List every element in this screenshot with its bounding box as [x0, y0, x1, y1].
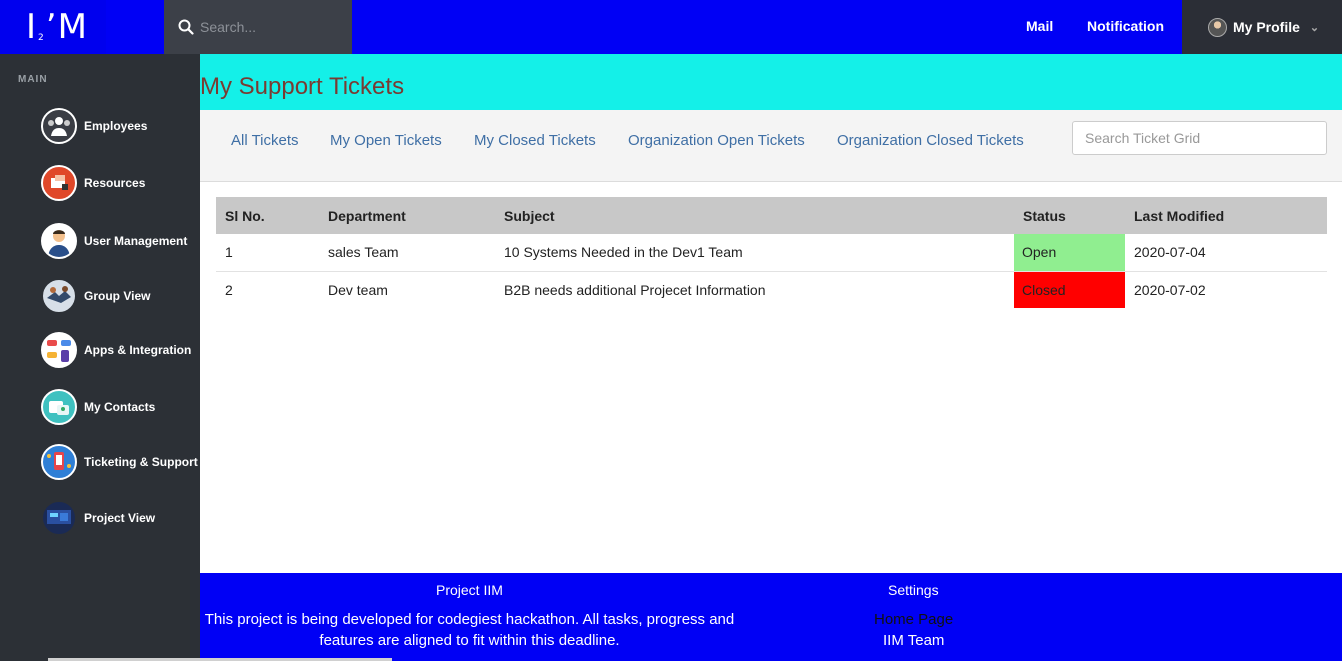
logo-text-first: I: [26, 7, 38, 47]
cell-department: sales Team: [319, 234, 495, 272]
sidebar-item-user-management[interactable]: User Management: [41, 223, 200, 259]
column-header-status[interactable]: Status: [1014, 197, 1125, 234]
table-row[interactable]: 2 Dev team B2B needs additional Projecet…: [216, 271, 1327, 308]
top-navbar: I2’M Mail Notification My Profile ⌄: [0, 0, 1342, 54]
profile-label: My Profile: [1233, 19, 1300, 35]
sidebar-item-label: User Management: [84, 234, 188, 248]
notification-link[interactable]: Notification: [1087, 0, 1164, 54]
cell-subject: 10 Systems Needed in the Dev1 Team: [495, 234, 1014, 272]
tab-organization-closed-tickets[interactable]: Organization Closed Tickets: [837, 132, 1024, 149]
global-search: [164, 0, 352, 54]
sidebar-item-label: Project View: [84, 511, 156, 525]
sidebar-item-my-contacts[interactable]: My Contacts: [41, 389, 200, 425]
project-view-icon: [41, 500, 77, 536]
cell-sl-no: 1: [216, 234, 319, 272]
sidebar-item-employees[interactable]: Employees: [41, 108, 200, 144]
sidebar-item-label: Group View: [84, 289, 151, 303]
sidebar-item-label: Resources: [84, 176, 146, 190]
status-badge: Open: [1014, 234, 1125, 272]
column-header-department[interactable]: Department: [319, 197, 495, 234]
group-view-icon: [41, 278, 77, 314]
tab-all-tickets[interactable]: All Tickets: [231, 132, 299, 149]
ticketing-icon: [41, 444, 77, 480]
status-badge: Closed: [1014, 271, 1125, 308]
search-icon[interactable]: [178, 19, 194, 35]
footer: Project IIM This project is being develo…: [200, 573, 1342, 661]
sidebar-item-project-view[interactable]: Project View: [41, 500, 200, 536]
footer-project-description: This project is being developed for code…: [204, 611, 735, 649]
tab-organization-open-tickets[interactable]: Organization Open Tickets: [628, 132, 805, 149]
sidebar-section-label: MAIN: [18, 74, 48, 85]
avatar: [1208, 17, 1227, 37]
sidebar-item-resources[interactable]: Resources: [41, 165, 200, 201]
app-logo[interactable]: I2’M: [0, 0, 106, 54]
sidebar-item-label: My Contacts: [84, 400, 156, 414]
page-header: My Support Tickets: [200, 54, 1342, 110]
table-header-row: Sl No. Department Subject Status Last Mo…: [216, 197, 1327, 234]
cell-subject: B2B needs additional Projecet Informatio…: [504, 281, 766, 298]
user-management-icon: [41, 223, 77, 259]
footer-project-title: Project IIM: [436, 582, 503, 598]
apps-integration-icon: [41, 332, 77, 368]
table-row[interactable]: 1 sales Team 10 Systems Needed in the De…: [216, 234, 1327, 272]
mail-link[interactable]: Mail: [1026, 0, 1053, 54]
tickets-table: Sl No. Department Subject Status Last Mo…: [216, 197, 1327, 308]
column-header-subject[interactable]: Subject: [495, 197, 1014, 234]
sidebar-item-apps-integration[interactable]: Apps & Integration: [41, 332, 200, 368]
page-title: My Support Tickets: [200, 73, 405, 100]
sidebar: MAIN Employees Resources User Management…: [0, 54, 200, 661]
footer-home-page-link[interactable]: Home Page: [874, 611, 953, 628]
ticket-grid-search-input[interactable]: [1072, 121, 1327, 155]
footer-settings-title: Settings: [888, 582, 939, 598]
tab-my-open-tickets[interactable]: My Open Tickets: [330, 132, 442, 149]
logo-subscript: 2: [38, 33, 45, 43]
cell-sl-no: 2: [225, 281, 233, 298]
sidebar-item-group-view[interactable]: Group View: [41, 278, 200, 314]
sidebar-item-label: Ticketing & Support: [84, 455, 198, 469]
global-search-input[interactable]: [200, 19, 350, 35]
sidebar-item-label: Apps & Integration: [84, 343, 192, 357]
tab-my-closed-tickets[interactable]: My Closed Tickets: [474, 132, 596, 149]
chevron-down-icon: ⌄: [1309, 21, 1320, 34]
logo-text-rest: ’M: [45, 7, 88, 47]
sidebar-item-ticketing-support[interactable]: Ticketing & Support: [41, 444, 200, 480]
cell-last-modified: 2020-07-04: [1125, 234, 1327, 272]
contacts-icon: [41, 389, 77, 425]
sidebar-item-label: Employees: [84, 119, 148, 133]
employees-icon: [41, 108, 77, 144]
resources-icon: [41, 165, 77, 201]
column-header-last-modified[interactable]: Last Modified: [1125, 197, 1327, 234]
profile-menu[interactable]: My Profile ⌄: [1182, 0, 1342, 54]
cell-department: Dev team: [328, 281, 388, 298]
column-header-sl-no[interactable]: Sl No.: [216, 197, 319, 234]
cell-last-modified: 2020-07-02: [1134, 281, 1206, 298]
footer-iim-team-link[interactable]: IIM Team: [883, 632, 944, 649]
ticket-tabs: All Tickets My Open Tickets My Closed Ti…: [200, 110, 1342, 182]
